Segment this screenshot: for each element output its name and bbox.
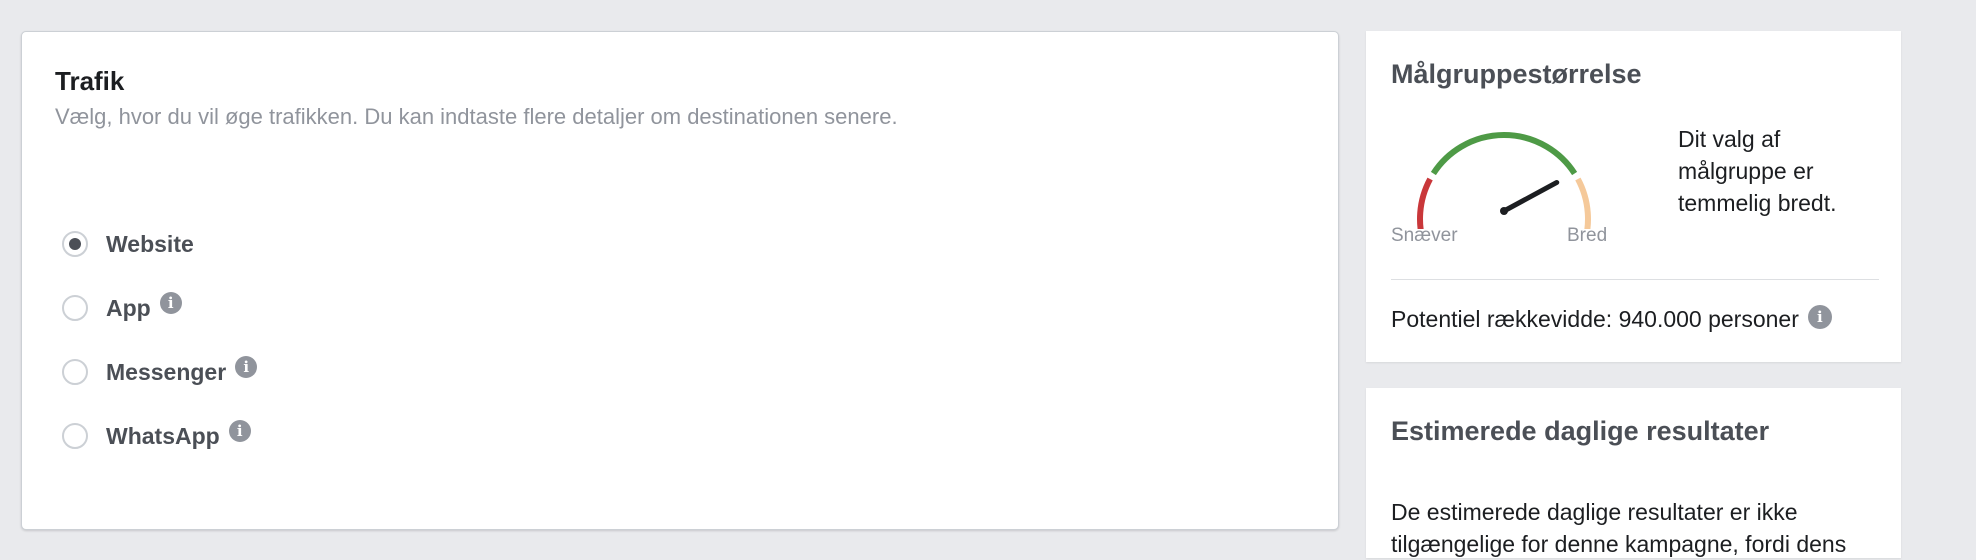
radio-option-website[interactable]: Website xyxy=(62,212,257,276)
daily-results-card: Estimerede daglige resultater De estimer… xyxy=(1366,388,1901,558)
radio-option-messenger[interactable]: Messenger i xyxy=(62,340,258,404)
app-label[interactable]: App xyxy=(106,295,151,322)
traffic-subtitle: Vælg, hvor du vil øge trafikken. Du kan … xyxy=(55,104,898,129)
traffic-title: Trafik xyxy=(55,66,125,96)
gauge-min-label: Snæver xyxy=(1391,225,1458,246)
whatsapp-label[interactable]: WhatsApp xyxy=(106,423,220,450)
messenger-radio[interactable] xyxy=(62,359,88,385)
audience-size-title: Målgruppestørrelse xyxy=(1391,59,1642,89)
potential-reach: Potentiel rækkevidde: 940.000 personer i xyxy=(1391,304,1832,333)
potential-reach-text: Potentiel rækkevidde: 940.000 personer xyxy=(1391,306,1799,332)
messenger-label[interactable]: Messenger xyxy=(106,359,226,386)
whatsapp-radio[interactable] xyxy=(62,423,88,449)
destination-radio-group: Website App i Messenger i WhatsApp i xyxy=(62,212,258,468)
audience-description: Dit valg af målgruppe er temmelig bredt. xyxy=(1678,126,1837,216)
divider xyxy=(1391,279,1879,280)
audience-size-card: Målgruppestørrelse Snæver Bred Dit valg … xyxy=(1366,31,1901,362)
gauge-needle xyxy=(1501,179,1560,214)
gauge-arc-broad xyxy=(1575,177,1591,229)
audience-gauge xyxy=(1417,132,1591,229)
messenger-info-icon[interactable]: i xyxy=(235,356,258,378)
daily-results-text: De estimerede daglige resultater er ikke… xyxy=(1391,499,1847,557)
reach-info-icon[interactable]: i xyxy=(1807,304,1832,329)
daily-results-title: Estimerede daglige resultater xyxy=(1391,416,1770,446)
gauge-arc-good xyxy=(1430,132,1578,176)
website-label[interactable]: Website xyxy=(106,231,194,258)
traffic-card: Trafik Vælg, hvor du vil øge trafikken. … xyxy=(21,31,1339,530)
gauge-arc-narrow xyxy=(1417,177,1433,229)
website-radio[interactable] xyxy=(62,231,88,257)
radio-option-whatsapp[interactable]: WhatsApp i xyxy=(62,404,257,468)
gauge-hub xyxy=(1500,207,1508,215)
whatsapp-info-icon[interactable]: i xyxy=(228,420,251,442)
app-radio[interactable] xyxy=(62,295,88,321)
gauge-max-label: Bred xyxy=(1567,225,1608,246)
radio-option-app[interactable]: App i xyxy=(62,276,257,340)
app-info-icon[interactable]: i xyxy=(159,292,182,314)
